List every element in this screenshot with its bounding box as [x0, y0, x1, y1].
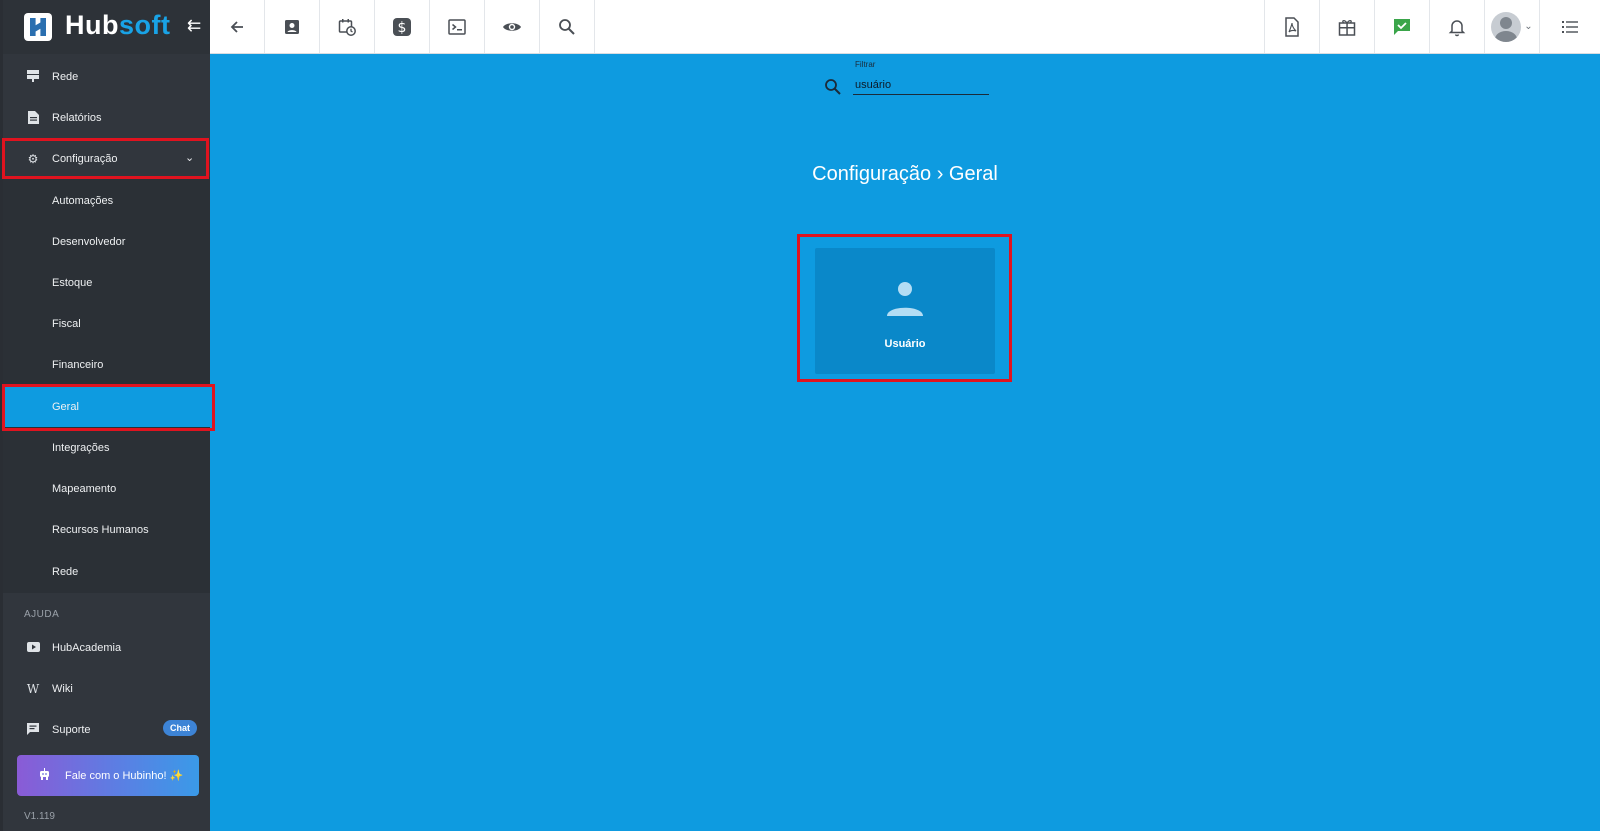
submenu-item-label: Integrações: [52, 442, 110, 454]
terminal-button[interactable]: [430, 0, 485, 53]
sidebar-item-label: Wiki: [52, 683, 73, 695]
search-icon: [825, 79, 841, 95]
submenu-item-geral[interactable]: Geral: [3, 387, 210, 427]
filter-label: Filtrar: [855, 60, 876, 69]
submenu-item-label: Mapeamento: [52, 483, 117, 495]
sidebar-item-label: HubAcademia: [52, 642, 122, 654]
logo-bar: Hubsoft ⇇: [3, 0, 213, 54]
sidebar-item-rede[interactable]: Rede: [3, 57, 210, 97]
submenu-item-label: Desenvolvedor: [52, 236, 126, 248]
hubinho-chat-button[interactable]: Fale com o Hubinho! ✨: [17, 755, 199, 796]
submenu-item-rede[interactable]: Rede: [3, 552, 210, 592]
sidebar-item-wiki[interactable]: W Wiki: [3, 669, 210, 709]
check-message-icon: [1394, 18, 1410, 35]
user-avatar: [1491, 11, 1522, 42]
app-logo[interactable]: Hubsoft: [65, 10, 170, 41]
hubsoft-logo-icon[interactable]: [24, 13, 52, 41]
submenu-item-recursos-humanos[interactable]: Recursos Humanos: [3, 510, 210, 550]
gear-icon: ⚙: [27, 152, 39, 166]
submenu-item-label: Automações: [52, 195, 114, 207]
submenu-item-label: Rede: [52, 566, 79, 578]
sidebar-item-label: Configuração: [52, 153, 118, 165]
chevron-down-icon: ⌄: [185, 152, 195, 164]
robot-icon: [38, 768, 51, 784]
card-label: Usuário: [884, 338, 926, 350]
sidebar-item-relatorios[interactable]: Relatórios: [3, 98, 210, 138]
eye-icon: [503, 22, 521, 31]
bell-icon: [1448, 19, 1466, 36]
sidebar-item-configuracao[interactable]: ⚙ Configuração ⌄: [3, 139, 210, 179]
sidebar-item-label: Relatórios: [52, 112, 102, 124]
submenu-item-desenvolvedor[interactable]: Desenvolvedor: [3, 222, 210, 262]
submenu-item-label: Fiscal: [52, 318, 81, 330]
submenu-item-estoque[interactable]: Estoque: [3, 263, 210, 303]
collapse-sidebar-icon[interactable]: ⇇: [187, 16, 201, 36]
pdf-button[interactable]: [1264, 0, 1319, 53]
submenu-item-mapeamento[interactable]: Mapeamento: [3, 469, 210, 509]
search-icon: [559, 18, 575, 35]
report-icon: [26, 111, 40, 125]
pdf-file-icon: [1285, 16, 1299, 37]
gift-icon: [1338, 19, 1356, 36]
sidebar-item-label: Rede: [52, 71, 79, 83]
menu-list-icon: [1562, 20, 1578, 33]
sidebar-item-suporte[interactable]: Suporte Chat: [3, 710, 210, 750]
user-menu-button[interactable]: ⌄: [1484, 0, 1539, 53]
gift-button[interactable]: [1319, 0, 1374, 53]
submenu-item-automacoes[interactable]: Automações: [3, 181, 210, 221]
terminal-icon: [448, 18, 466, 35]
submenu-item-fiscal[interactable]: Fiscal: [3, 304, 210, 344]
wikipedia-icon: W: [26, 682, 40, 696]
submenu-item-integracoes[interactable]: Integrações: [3, 428, 210, 468]
submenu-item-label: Financeiro: [52, 359, 104, 371]
finance-button[interactable]: $: [375, 0, 430, 53]
contacts-button[interactable]: [265, 0, 320, 53]
chat-icon: [26, 723, 40, 737]
submenu-item-financeiro[interactable]: Financeiro: [3, 345, 210, 385]
back-button[interactable]: [210, 0, 265, 53]
back-arrow-icon: [230, 20, 243, 33]
calendar-clock-icon: [338, 18, 356, 36]
sidebar-item-hubacademia[interactable]: HubAcademia: [3, 628, 210, 668]
submenu-item-label: Estoque: [52, 277, 93, 289]
dollar-icon: $: [393, 17, 411, 36]
section-header-ajuda: AJUDA: [24, 609, 60, 620]
youtube-icon: [26, 641, 40, 655]
sidebar: Hubsoft ⇇ Rede Relatórios ⚙ Configuração…: [0, 0, 213, 831]
app-version: V1.119: [24, 811, 55, 822]
chat-badge[interactable]: Chat: [163, 720, 197, 736]
top-toolbar: $ ⌄: [210, 0, 1600, 54]
page-title: Configuração › Geral: [812, 163, 998, 185]
contact-card-icon: [285, 19, 299, 34]
settings-card-usuario[interactable]: Usuário: [815, 248, 995, 374]
submenu-item-label: Geral: [52, 401, 79, 413]
svg-text:$: $: [398, 20, 407, 36]
main-menu-button[interactable]: [1539, 0, 1600, 53]
filter-input[interactable]: [853, 75, 989, 95]
monitor-button[interactable]: [485, 0, 540, 53]
search-button[interactable]: [540, 0, 595, 53]
hubinho-button-label: Fale com o Hubinho! ✨: [65, 770, 184, 782]
notifications-button[interactable]: [1429, 0, 1484, 53]
sidebar-item-label: Suporte: [52, 724, 91, 736]
user-icon: [887, 282, 923, 316]
tasks-button[interactable]: [1374, 0, 1429, 53]
chevron-down-icon: ⌄: [1524, 21, 1533, 32]
submenu-item-label: Recursos Humanos: [52, 524, 149, 536]
network-icon: [26, 70, 40, 84]
schedule-button[interactable]: [320, 0, 375, 53]
